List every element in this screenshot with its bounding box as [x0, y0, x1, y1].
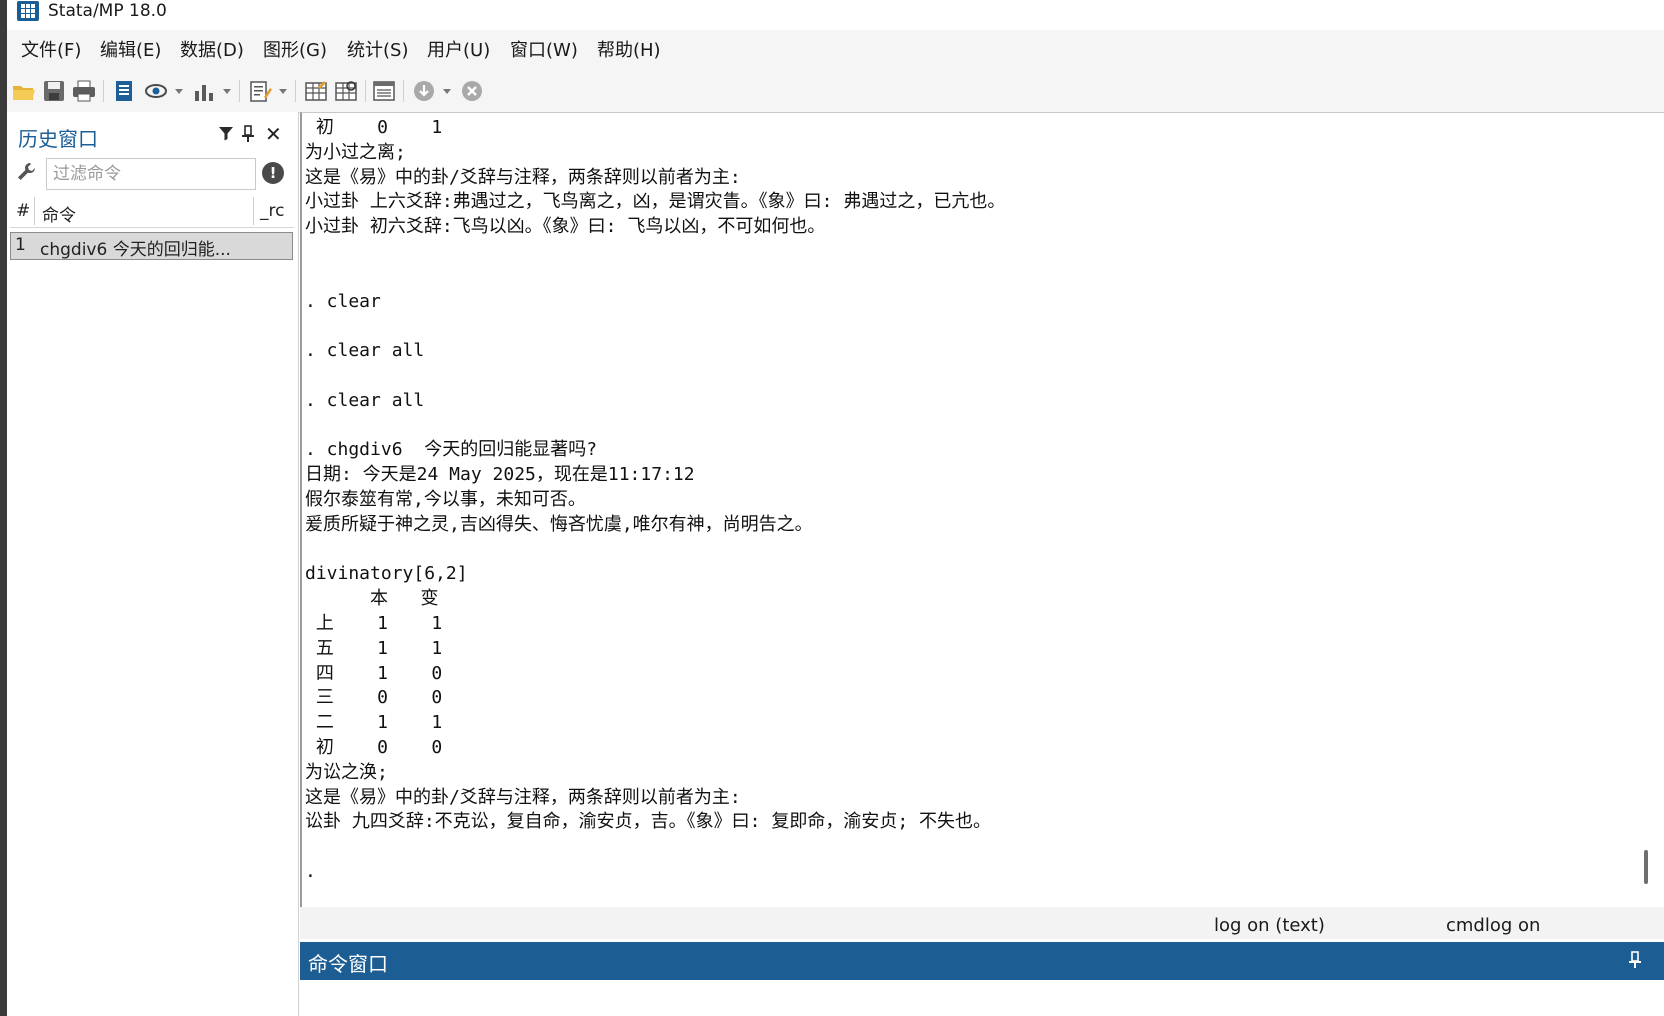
results-line: . chgdiv6 今天的回归能显著吗? [305, 439, 598, 461]
log-icon[interactable] [111, 79, 137, 103]
results-line: 这是《易》中的卦/爻辞与注释，两条辞则以前者为主: [305, 786, 741, 808]
toolbar-separator [103, 80, 104, 102]
command-window-title: 命令窗口 [308, 952, 388, 976]
results-line [305, 314, 1005, 339]
results-line: 初 0 1 [305, 117, 443, 138]
graph-icon[interactable] [191, 79, 217, 103]
results-line: 日期: 今天是24 May 2025，现在是11:17:12 [305, 464, 695, 486]
results-line: 这是《易》中的卦/爻辞与注释，两条辞则以前者为主: [305, 166, 741, 188]
break-icon[interactable] [459, 79, 485, 103]
title-bar [7, 0, 1664, 28]
results-line: 五 1 1 [305, 637, 443, 659]
log-status[interactable]: log on (text) [1214, 915, 1325, 936]
results-line: 上 1 1 [305, 612, 443, 634]
command-input-area[interactable] [300, 980, 1664, 1016]
results-line: divinatory[6,2] [305, 563, 468, 585]
toolbar-separator [365, 80, 366, 102]
data-editor-icon[interactable] [303, 79, 329, 103]
results-line: 小过卦 初六爻辞:飞鸟以凶。《象》曰: 飞鸟以凶，不可如何也。 [305, 216, 826, 238]
results-line: 小过卦 上六爻辞:弗遇过之，飞鸟离之，凶，是谓灾眚。《象》曰: 弗遇过之，已亢也… [305, 191, 1006, 213]
toolbar-separator [239, 80, 240, 102]
history-filter-input[interactable] [46, 158, 256, 190]
results-line [305, 414, 1005, 439]
do-file-dropdown-icon[interactable] [279, 89, 287, 94]
results-output: 初 0 1 为小过之离; 这是《易》中的卦/爻辞与注释，两条辞则以前者为主: 小过卦 … [305, 116, 1005, 885]
history-title: 历史窗口 [18, 127, 98, 151]
open-icon[interactable] [11, 79, 37, 103]
results-scrollbar[interactable] [1644, 850, 1648, 884]
results-line: 为讼之涣; [305, 761, 388, 783]
column-separator[interactable] [253, 197, 254, 225]
results-line: 三 0 0 [305, 687, 443, 709]
menu-bar: 文件(F) 编辑(E) 数据(D) 图形(G) 统计(S) 用户(U) 窗口(W… [7, 30, 1664, 70]
menu-data[interactable]: 数据(D) [180, 40, 244, 62]
menu-window[interactable]: 窗口(W) [510, 40, 578, 62]
variables-manager-icon[interactable] [371, 79, 397, 103]
close-icon[interactable]: ✕ [265, 124, 282, 144]
menu-graphics[interactable]: 图形(G) [263, 40, 327, 62]
column-number[interactable]: # [16, 201, 30, 221]
save-icon[interactable] [41, 79, 67, 103]
menu-statistics[interactable]: 统计(S) [347, 40, 408, 62]
more-dropdown-icon[interactable] [443, 89, 451, 94]
graph-dropdown-icon[interactable] [223, 89, 231, 94]
print-icon[interactable] [71, 79, 97, 103]
cmdlog-status[interactable]: cmdlog on [1446, 915, 1540, 936]
results-line: . [305, 860, 316, 882]
column-separator[interactable] [34, 197, 35, 225]
warning-icon[interactable]: ! [262, 162, 284, 184]
background-window-edge [0, 0, 7, 1016]
toolbar-separator [403, 80, 404, 102]
menu-edit[interactable]: 编辑(E) [100, 40, 161, 62]
menu-help[interactable]: 帮助(H) [597, 40, 661, 62]
results-line [305, 265, 1005, 290]
results-line: 二 1 1 [305, 712, 443, 734]
results-line: . clear all [305, 340, 425, 362]
results-line [305, 538, 1005, 563]
do-file-editor-icon[interactable] [247, 79, 273, 103]
menu-file[interactable]: 文件(F) [21, 40, 81, 62]
viewer-icon[interactable] [143, 79, 169, 103]
toolbar-separator [295, 80, 296, 102]
column-command[interactable]: 命令 [42, 201, 76, 226]
results-line: 为小过之离; [305, 141, 406, 163]
results-line: 本 变 [305, 588, 439, 610]
results-line [305, 364, 1005, 389]
results-line: . clear all [305, 389, 425, 411]
results-line: . clear [305, 290, 381, 312]
window-title: Stata/MP 18.0 [48, 1, 167, 21]
viewer-dropdown-icon[interactable] [175, 89, 183, 94]
command-window-header [300, 942, 1664, 980]
results-line: 讼卦 九四爻辞:不克讼，复自命，渝安贞，吉。《象》曰: 复即命，渝安贞; 不失也… [305, 811, 992, 833]
results-line: 初 0 0 [305, 736, 443, 758]
results-line [305, 240, 1005, 265]
results-line: 四 1 0 [305, 662, 443, 684]
toolbar [7, 70, 1664, 113]
pin-icon[interactable] [241, 125, 255, 147]
results-line: 假尔泰筮有常,今以事，未知可否。 [305, 488, 586, 510]
history-row-number: 1 [15, 235, 26, 255]
wrench-icon[interactable] [15, 160, 39, 188]
history-row-command: chgdiv6 今天的回归能... [40, 240, 231, 260]
pin-icon[interactable] [1628, 951, 1642, 973]
more-icon[interactable] [411, 79, 437, 103]
column-rc[interactable]: _rc [260, 201, 284, 221]
stata-app-icon [17, 1, 39, 21]
results-line: 爰质所疑于神之灵,吉凶得失、悔吝忧虞,唯尔有神，尚明告之。 [305, 513, 813, 535]
data-browser-icon[interactable] [333, 79, 359, 103]
filter-icon[interactable] [218, 125, 234, 145]
results-line [305, 835, 1005, 860]
menu-user[interactable]: 用户(U) [427, 40, 490, 62]
